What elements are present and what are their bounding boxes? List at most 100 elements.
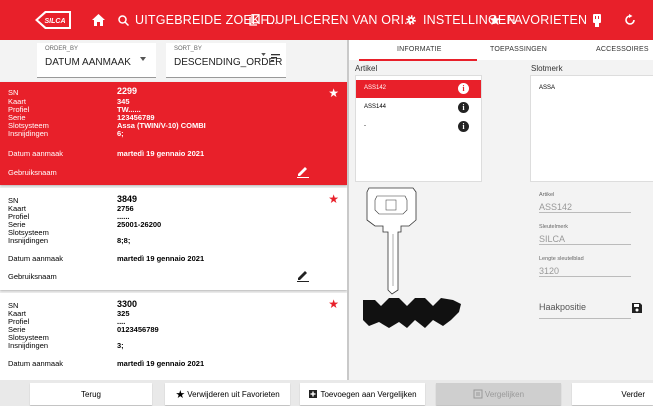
insnijdingen-value: 3; [117, 341, 124, 350]
artikel-caption: Artikel [539, 192, 555, 198]
add-compare-label: Toevoegen aan Vergelijken [320, 389, 417, 399]
sort-controls: ORDER_BY DATUM AANMAAK SORT_BY DESCENDIN… [0, 40, 347, 82]
dropdown-arrow-icon [261, 53, 266, 56]
sort-icon[interactable] [271, 54, 280, 61]
bottom-action-bar: Terug ★ Verwijderen uit Favorieten Toevo… [0, 380, 653, 406]
save-icon[interactable] [632, 303, 642, 313]
key-device-icon [593, 13, 601, 27]
insnijdingen-label: Insnijdingen [8, 129, 49, 138]
datum-label: Datum aanmaak [8, 254, 64, 263]
home-icon [92, 14, 105, 26]
sort-by-caption: SORT_BY [174, 46, 202, 52]
favorites-label: FAVORIETEN [507, 13, 588, 27]
slotmerk-list: ASSA [530, 75, 653, 182]
star-icon: ★ [175, 388, 186, 401]
favorite-card-1[interactable]: SN 2299 Kaart 345 Profiel TW...... Serie… [0, 82, 347, 185]
artikel-item-1[interactable]: ASS142 i [356, 80, 481, 98]
insnijdingen-label: Insnijdingen [8, 341, 49, 350]
sn-value: 2299 [117, 86, 138, 96]
datum-label: Datum aanmaak [8, 359, 64, 368]
lengte-field: Lengte sleutelblad 3120 [539, 256, 631, 277]
compare-label: Vergelijken [484, 389, 525, 399]
key-detail-panel: INFORMATIE TOEPASSINGEN ACCESSOIRES Arti… [349, 40, 653, 380]
slotmerk-item-1[interactable]: ASSA [531, 80, 653, 98]
sn-value: 3300 [117, 299, 138, 309]
favorite-card-2[interactable]: SN 3849 Kaart 2756 Profiel ...... Serie … [0, 188, 347, 290]
datum-label: Datum aanmaak [8, 149, 64, 158]
order-by-value: DATUM AANMAAK [45, 57, 131, 68]
favorite-card-3[interactable]: SN 3300 Kaart 325 Profiel .... Serie 012… [0, 293, 347, 380]
active-tab-indicator [359, 59, 477, 61]
sync-icon [625, 14, 635, 25]
sort-by-select[interactable]: SORT_BY DESCENDING_ORDER [166, 43, 286, 78]
info-icon[interactable]: i [458, 83, 469, 94]
gebruiksnaam-label: Gebruiksnaam [8, 168, 57, 177]
compare-button[interactable]: Vergelijken [436, 383, 561, 405]
sleutelmerk-value: SILCA [539, 234, 566, 244]
key-device-button[interactable] [592, 0, 608, 40]
detail-tabs: INFORMATIE TOEPASSINGEN ACCESSOIRES [349, 40, 653, 61]
next-label: Verder [621, 389, 645, 399]
datum-value: martedì 19 gennaio 2021 [117, 254, 205, 263]
artikel-field: Artikel ASS142 [539, 192, 631, 213]
search-icon [118, 14, 129, 26]
info-icon[interactable]: i [458, 121, 469, 132]
back-button[interactable]: Terug [30, 383, 152, 405]
sync-button[interactable] [624, 0, 642, 40]
haakpositie-label: Haakpositie [539, 302, 587, 312]
top-app-bar: SILCA UITGEBREIDE ZOEKF... DUPLICEREN VA… [0, 0, 653, 40]
favorites-button[interactable]: FAVORIETEN [489, 0, 587, 40]
compare-icon [473, 389, 483, 399]
serie-value: 25001-26200 [117, 220, 162, 229]
insnijdingen-value: 8;8; [117, 236, 131, 245]
silca-logo[interactable]: SILCA [33, 10, 73, 30]
key-blade-image [366, 187, 417, 295]
insnijdingen-label: Insnijdingen [8, 236, 49, 245]
duplicate-button[interactable]: DUPLICEREN VAN ORI... [249, 0, 415, 40]
artikel-item-3[interactable]: - i [356, 118, 481, 136]
insnijdingen-value: 6; [117, 129, 124, 138]
lengte-value: 3120 [539, 266, 560, 276]
tab-toepassingen[interactable]: TOEPASSINGEN [490, 46, 547, 53]
slotmerk-item-label: ASSA [539, 85, 556, 91]
back-label: Terug [80, 389, 101, 399]
star-icon [489, 14, 501, 25]
svg-text:SILCA: SILCA [45, 18, 66, 25]
datum-value: martedì 19 gennaio 2021 [117, 359, 205, 368]
duplicate-label: DUPLICEREN VAN ORI... [266, 13, 416, 27]
home-button[interactable] [92, 0, 111, 40]
favorite-star-icon[interactable]: ★ [328, 297, 339, 311]
artikel-item-label: ASS144 [364, 104, 387, 110]
sn-label: SN [8, 88, 19, 97]
tab-accessoires[interactable]: ACCESSOIRES [596, 46, 649, 53]
slotmerk-label: Slotmerk [531, 64, 563, 73]
key-profile-image [363, 298, 461, 328]
sn-value: 3849 [117, 194, 138, 204]
info-icon[interactable]: i [458, 102, 469, 113]
artikel-value: ASS142 [539, 202, 573, 212]
tab-informatie[interactable]: INFORMATIE [397, 46, 442, 53]
favorite-star-icon[interactable]: ★ [328, 86, 339, 100]
artikel-item-2[interactable]: ASS144 i [356, 99, 481, 117]
datum-value: martedì 19 gennaio 2021 [117, 149, 205, 158]
sort-by-value: DESCENDING_ORDER [174, 57, 283, 68]
artikel-item-label: - [364, 123, 366, 129]
order-by-select[interactable]: ORDER_BY DATUM AANMAAK [37, 43, 156, 78]
remove-favorite-label: Verwijderen uit Favorieten [187, 389, 280, 399]
gebruiksnaam-label: Gebruiksnaam [8, 272, 57, 281]
sleutelmerk-field: Sleutelmerk SILCA [539, 224, 631, 245]
serie-value: 0123456789 [117, 325, 159, 334]
remove-favorite-button[interactable]: ★ Verwijderen uit Favorieten [165, 383, 290, 405]
edit-pencil-icon[interactable] [296, 164, 310, 178]
next-button[interactable]: Verder [572, 383, 653, 405]
favorites-list-panel: ORDER_BY DATUM AANMAAK SORT_BY DESCENDIN… [0, 40, 347, 380]
order-by-caption: ORDER_BY [45, 46, 79, 52]
favorite-star-icon[interactable]: ★ [328, 192, 339, 206]
add-compare-button[interactable]: Toevoegen aan Vergelijken [300, 383, 425, 405]
add-compare-icon [309, 390, 318, 398]
haakpositie-field[interactable]: Haakpositie [539, 302, 631, 319]
artikel-label: Artikel [355, 64, 378, 73]
artikel-item-label: ASS142 [364, 85, 387, 91]
artikel-list: ASS142 i ASS144 i - i [355, 75, 482, 182]
edit-pencil-icon[interactable] [296, 268, 310, 282]
